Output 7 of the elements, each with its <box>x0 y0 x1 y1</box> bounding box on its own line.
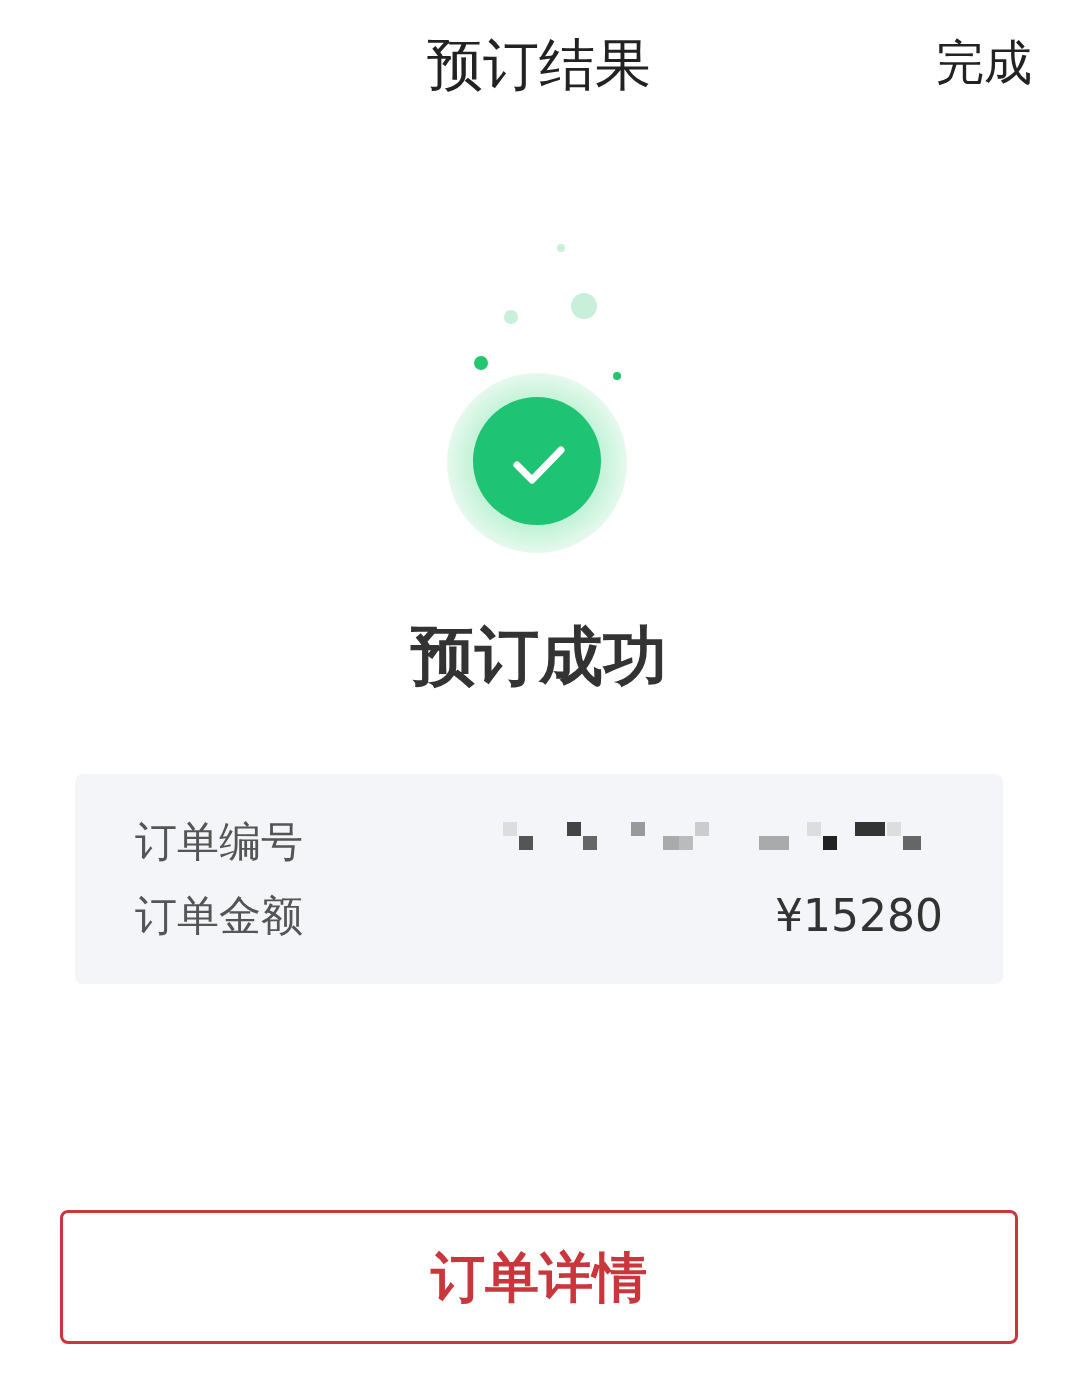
order-details-button[interactable]: 订单详情 <box>60 1210 1018 1344</box>
detail-label: 订单编号 <box>135 821 303 863</box>
result-title: 预订成功 <box>411 624 667 688</box>
done-button[interactable]: 完成 <box>936 38 1032 86</box>
page-title: 预订结果 <box>427 37 651 93</box>
detail-label: 订单金额 <box>135 895 303 937</box>
detail-value: ¥15280 <box>775 894 943 938</box>
